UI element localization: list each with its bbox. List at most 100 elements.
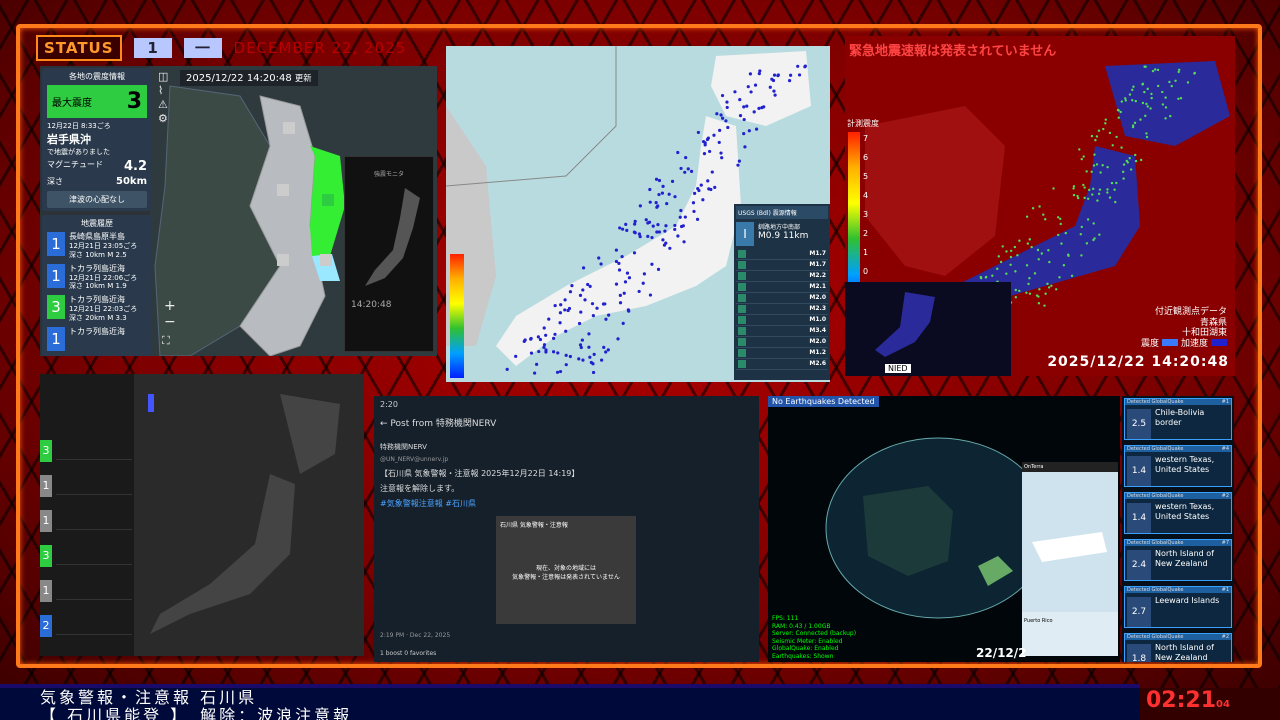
usgs-list-item[interactable]: M2.3 <box>736 304 828 315</box>
usgs-list-item[interactable]: M2.1 <box>736 282 828 293</box>
history-shindo: 1 <box>47 232 65 256</box>
quake-item[interactable]: Detected GlobalQuake #1 2.5 Chile-Bolivia … <box>1124 398 1232 440</box>
station-dot <box>563 298 567 302</box>
list-item[interactable]: 1 <box>40 506 132 536</box>
usgs-mag: M0.9 <box>758 231 781 241</box>
station-dot <box>1076 196 1080 200</box>
station-dot <box>1131 125 1135 129</box>
station-dot <box>797 73 802 77</box>
post-tags[interactable]: #気象警報注意報 #石川県 <box>380 496 579 511</box>
station-dot <box>743 145 747 149</box>
usgs-list-mag: M1.2 <box>809 349 826 356</box>
usgs-list-item[interactable]: M2.0 <box>736 337 828 348</box>
post-content: ← Post from 特務機関NERV 特務機関NERV @UN_NERV@u… <box>380 416 579 511</box>
list-item[interactable]: 3 <box>40 541 132 571</box>
globe-clock: 22/12/2 <box>976 646 1027 660</box>
usgs-list-item[interactable]: M1.2 <box>736 348 828 359</box>
station-dot <box>1134 159 1138 163</box>
station-dot <box>673 223 677 228</box>
wave-icon[interactable]: ⌇ <box>158 84 163 97</box>
station-dot <box>537 349 541 354</box>
quake-item[interactable]: Detected GlobalQuake #2 1.8 North Island o… <box>1124 633 1232 662</box>
quake-item[interactable]: Detected GlobalQuake #1 2.7 Leeward Island… <box>1124 586 1232 628</box>
post-line2: 注意報を解除します。 <box>380 483 460 493</box>
status-line: FPS: 111 <box>772 615 799 622</box>
post-header[interactable]: ← Post from 特務機関NERV <box>380 416 579 433</box>
station-dot <box>1117 109 1120 112</box>
usgs-list-item[interactable]: M1.0 <box>736 315 828 326</box>
station-dot <box>1108 196 1112 199</box>
station-dot <box>536 335 540 339</box>
station-dot <box>1088 188 1091 192</box>
station-dot <box>559 303 563 307</box>
quake-item[interactable]: Detected GlobalQuake #7 2.4 North Island o… <box>1124 539 1232 581</box>
quake-item[interactable]: Detected GlobalQuake #2 1.4 western Texas,… <box>1124 492 1232 534</box>
layers-icon[interactable]: ◫ <box>158 70 168 83</box>
warning-icon[interactable]: ⚠ <box>158 98 168 111</box>
status-label: STATUS <box>36 35 122 61</box>
fullscreen-icon[interactable]: ⛶ <box>162 334 170 348</box>
station-dot <box>604 350 608 354</box>
list-item[interactable]: 1 <box>40 471 132 501</box>
depth-row: 深さ 50km <box>47 176 147 187</box>
usgs-list-item[interactable]: M1.7 <box>736 260 828 271</box>
station-dot <box>757 72 761 76</box>
station-dot <box>702 152 707 156</box>
station-dot <box>544 348 548 352</box>
station-dot <box>1124 99 1128 102</box>
scale-tick: 4 <box>863 191 869 200</box>
station-dot <box>1096 199 1099 202</box>
zoom-out-icon[interactable]: − <box>164 314 176 330</box>
post-user[interactable]: 特務機関NERV <box>380 441 579 454</box>
list-item[interactable]: 1 <box>40 576 132 606</box>
usgs-list-item[interactable]: M3.4 <box>736 326 828 337</box>
post-image[interactable]: 石川県 気象警報・注意報 現在、対象の地域には 気象警報・注意報は発表されていま… <box>496 516 636 624</box>
zoom-in-icon[interactable]: + <box>164 298 176 314</box>
quake-item[interactable]: Detected GlobalQuake #4 1.4 western Texas,… <box>1124 445 1232 487</box>
station-dot <box>579 310 583 314</box>
quake-region: Leeward Islands <box>1155 596 1220 605</box>
station-dot <box>1095 135 1099 138</box>
near-station-data: 付近観測点データ 青森県 十和田湖東 震度 加速度 <box>1140 306 1227 350</box>
nied-inset: NIED <box>845 282 1011 376</box>
station-dot <box>1082 183 1085 187</box>
station-dot <box>522 339 526 343</box>
station-dot <box>803 64 807 68</box>
history-item[interactable]: 3 トカラ列島近海 12月21日 22:03ごろ 深さ 20km M 3.3 <box>47 295 147 323</box>
station-dot <box>547 317 551 321</box>
list-item[interactable]: 3 <box>40 436 132 466</box>
tsunami-status-button[interactable]: 津波の心配なし <box>47 191 147 208</box>
eew-title: 緊急地震速報は発表されていません <box>849 44 1057 59</box>
panel-shindo-info: 2025/12/22 14:20:48 更新 ◫ ⌇ ⚠ ⚙ + − ⛶ 各地の… <box>40 66 437 356</box>
station-dot <box>1025 264 1029 267</box>
usgs-list-item[interactable]: M1.7 <box>736 249 828 260</box>
station-dot <box>1174 79 1177 82</box>
list-item[interactable]: 2 <box>40 611 132 641</box>
usgs-list-item[interactable]: M2.6 <box>736 359 828 370</box>
station-dot <box>747 129 751 133</box>
station-dot <box>1170 84 1173 88</box>
usgs-list-item[interactable]: M2.0 <box>736 293 828 304</box>
usgs-list-item[interactable]: M2.2 <box>736 271 828 282</box>
station-dot <box>1186 81 1190 84</box>
station-dot <box>682 240 686 244</box>
station-dot <box>742 131 746 136</box>
station-dot <box>591 314 595 318</box>
gear-icon[interactable]: ⚙ <box>158 112 168 125</box>
station-dot <box>618 301 623 305</box>
station-dot <box>514 354 518 358</box>
station-dot <box>742 105 746 109</box>
list-shindo: 1 <box>40 475 52 497</box>
history-item[interactable]: 1 トカラ列島近海 <box>47 326 147 351</box>
history-place: トカラ列島近海 <box>69 326 125 336</box>
quake-num: #4 <box>1221 446 1229 452</box>
scale-tick: 0 <box>863 267 869 276</box>
station-dot <box>624 222 628 226</box>
station-dot <box>721 116 725 120</box>
station-dot <box>725 100 729 104</box>
history-item[interactable]: 1 長崎県島原半島 12月21日 23:05ごろ 深さ 10km M 2.5 <box>47 232 147 260</box>
history-item[interactable]: 1 トカラ列島近海 12月21日 22:06ごろ 深さ 10km M 1.9 <box>47 263 147 292</box>
station-dot <box>1055 288 1058 291</box>
station-dot <box>1059 222 1062 226</box>
station-dot <box>762 105 766 109</box>
